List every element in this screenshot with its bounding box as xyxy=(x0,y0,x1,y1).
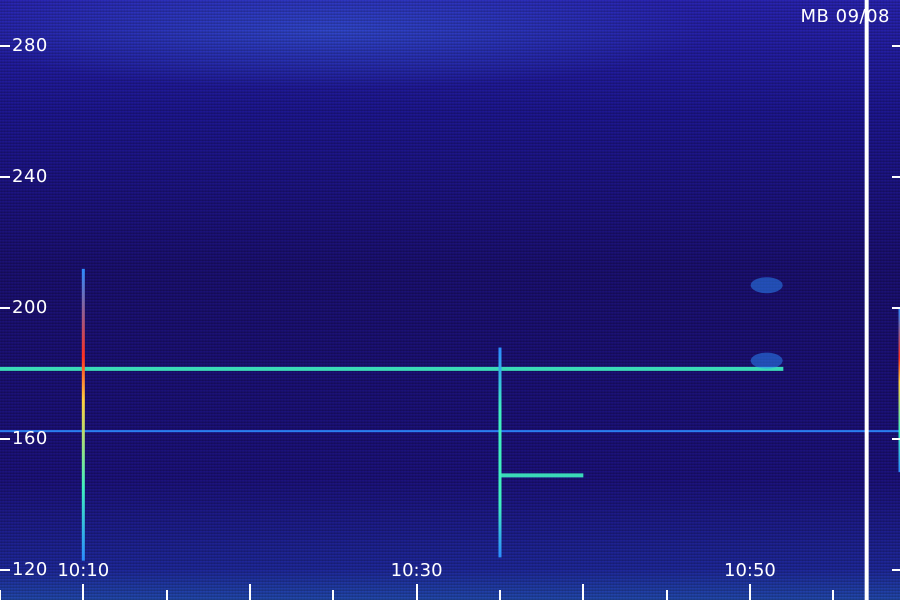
y-tick-160 xyxy=(0,438,10,441)
y-tick-240 xyxy=(0,176,10,179)
x-tick-1040 xyxy=(582,584,585,600)
signal-vline-3 xyxy=(81,268,85,561)
x-tick-1005 xyxy=(0,590,1,600)
x-tick-label-1030: 10:30 xyxy=(390,560,443,581)
y-tick-right-200 xyxy=(892,307,900,310)
y-tick-label-240: 240 xyxy=(12,166,48,188)
x-tick-1045 xyxy=(665,590,668,600)
y-tick-right-120 xyxy=(892,569,900,572)
x-tick-1015 xyxy=(165,590,168,600)
station-date-stamp: MB 09/08 xyxy=(800,6,890,27)
y-tick-right-280 xyxy=(892,44,900,47)
x-tick-1030 xyxy=(415,584,418,600)
signal-blob-7 xyxy=(750,277,783,294)
signal-blob-8 xyxy=(750,352,783,369)
x-tick-1055 xyxy=(832,590,835,600)
y-tick-label-120: 120 xyxy=(12,559,48,581)
y-tick-label-200: 200 xyxy=(12,297,48,319)
x-tick-1025 xyxy=(332,590,335,600)
y-tick-280 xyxy=(0,44,10,47)
x-tick-1010 xyxy=(82,584,85,600)
x-tick-label-1010: 10:10 xyxy=(57,560,110,581)
x-tick-label-1050: 10:50 xyxy=(724,560,776,581)
chart-marks xyxy=(0,0,900,600)
x-tick-1050 xyxy=(749,584,751,600)
white-marker-line-0 xyxy=(864,0,869,600)
y-tick-label-160: 160 xyxy=(12,428,48,450)
x-tick-1035 xyxy=(499,590,501,600)
y-tick-right-240 xyxy=(892,176,900,179)
y-tick-120 xyxy=(0,569,10,572)
y-tick-right-160 xyxy=(892,438,900,441)
signal-vline-4 xyxy=(498,347,502,558)
y-tick-label-280: 280 xyxy=(12,34,48,56)
x-tick-1020 xyxy=(249,584,251,600)
y-tick-200 xyxy=(0,307,10,310)
